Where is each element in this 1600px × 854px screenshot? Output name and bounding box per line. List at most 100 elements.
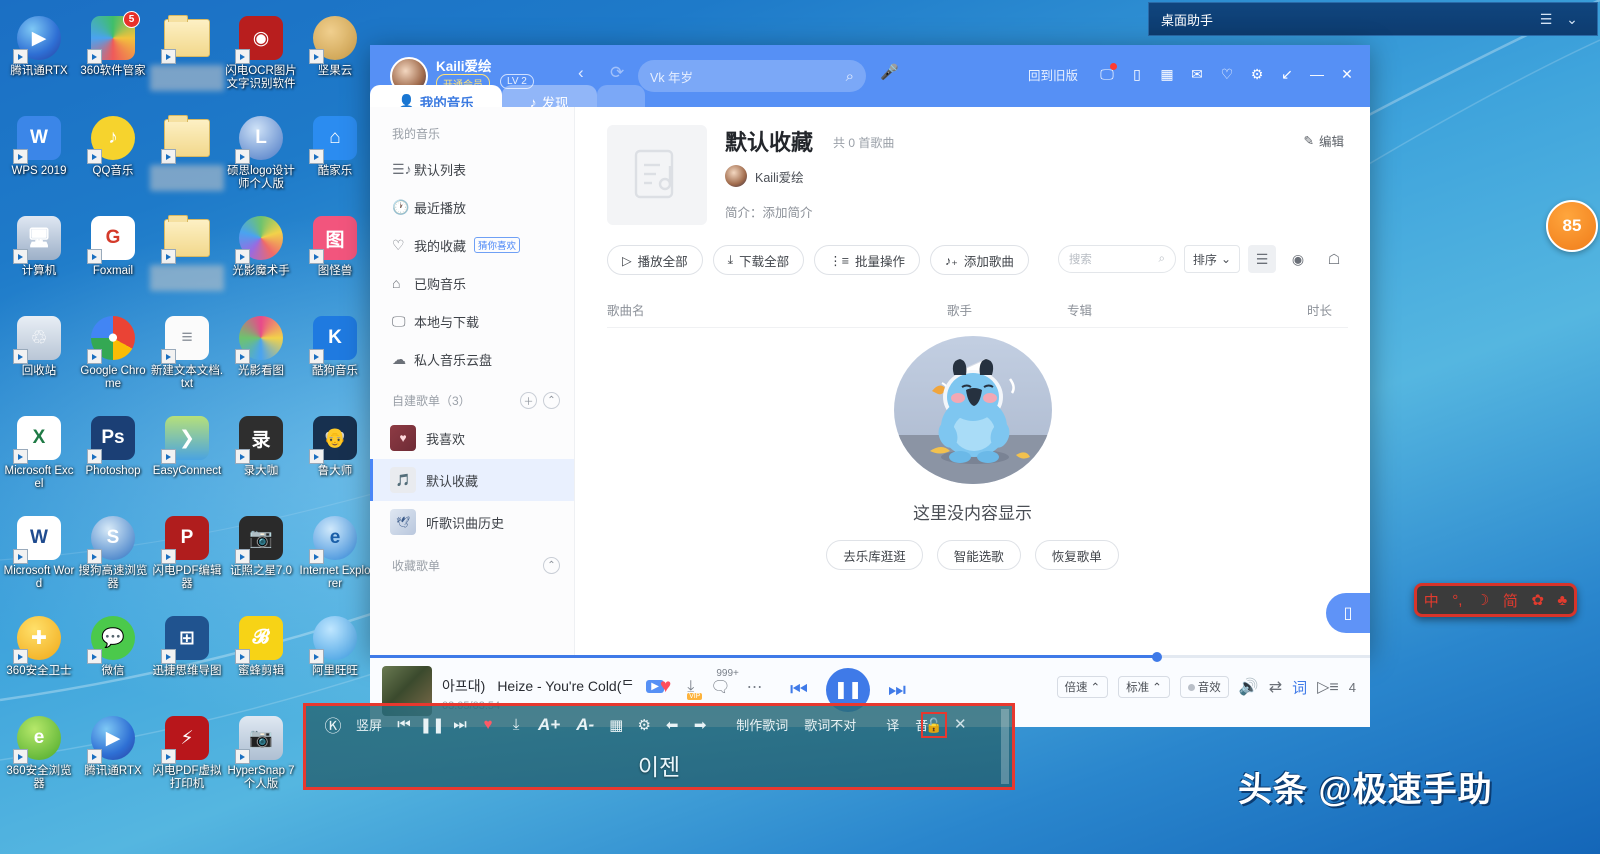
- minimize-icon[interactable]: —: [1302, 59, 1332, 89]
- column-header-duration[interactable]: 时长: [1217, 300, 1348, 319]
- desktop-icon-kujiale-icon[interactable]: ⌂ 酷家乐: [298, 108, 372, 208]
- batch-operation-button[interactable]: ⋮≡ 批量操作: [814, 245, 920, 275]
- desktop-icon-folder-icon[interactable]: [150, 208, 224, 308]
- desktop-icon-luda-recorder-icon[interactable]: 录录大咖: [224, 408, 298, 508]
- smart-select-button[interactable]: 智能选歌: [936, 540, 1021, 570]
- sidebar-item-default-list[interactable]: ☰♪ 默认列表: [370, 150, 574, 188]
- playlist-description[interactable]: 简介：添加简介: [725, 202, 813, 221]
- sidebar-item-local-download[interactable]: 🖵 本地与下载: [370, 302, 574, 340]
- list-view-icon[interactable]: ☰: [1248, 245, 1276, 273]
- chinese-mode-icon[interactable]: 中: [1424, 590, 1439, 611]
- desktop-icon-foxmail-icon[interactable]: G Foxmail: [76, 208, 150, 308]
- moon-icon[interactable]: ☽: [1476, 591, 1489, 609]
- simplified-icon[interactable]: 简: [1503, 590, 1518, 611]
- desktop-icon-pdf-editor-icon[interactable]: P 闪电PDF编辑器: [150, 508, 224, 608]
- skin-icon[interactable]: ♡: [1212, 59, 1242, 89]
- sound-effect-chip[interactable]: 音效: [1179, 676, 1229, 698]
- apps-grid-icon[interactable]: ▦: [1152, 59, 1182, 89]
- progress-knob[interactable]: [1152, 651, 1162, 662]
- singer-view-icon[interactable]: ☖: [1320, 245, 1348, 273]
- desktop-icon-folder-icon[interactable]: [150, 8, 224, 108]
- old-version-button[interactable]: 回到旧版: [1028, 65, 1078, 84]
- plus-icon[interactable]: ＋: [520, 392, 537, 409]
- desktop-icon-360-browser-icon[interactable]: e 360安全浏览器: [2, 708, 76, 808]
- desktop-lyric-icon[interactable]: 🖵: [1092, 59, 1122, 89]
- playlist-search-input[interactable]: 搜索 ⌕: [1057, 245, 1176, 273]
- sidebar-playlist-my-like[interactable]: ♥ 我喜欢: [370, 417, 574, 459]
- font-decrease-button[interactable]: A-: [568, 706, 602, 743]
- voice-search-icon[interactable]: 🎤: [880, 63, 899, 81]
- desktop-icon-360-software-manager-icon[interactable]: 5 360软件管家: [76, 8, 150, 108]
- desktop-icon-qq-music-icon[interactable]: ♪ QQ音乐: [76, 108, 150, 208]
- hamburger-icon[interactable]: ☰: [1533, 11, 1559, 28]
- status-badge[interactable]: 85: [1546, 200, 1598, 252]
- desktop-assistant-window[interactable]: 桌面助手 ☰ ⌄: [1148, 2, 1598, 36]
- favorite-heart-icon[interactable]: ♥: [474, 706, 502, 743]
- desktop-icon-id-photo-icon[interactable]: 📷 证照之星7.0: [224, 508, 298, 608]
- play-all-button[interactable]: ▷ 播放全部: [607, 245, 703, 275]
- more-icon[interactable]: ⋯: [747, 677, 763, 697]
- download-vip-icon[interactable]: ⤓ VIP: [687, 678, 703, 700]
- refresh-icon[interactable]: ⟳: [610, 63, 624, 83]
- desktop-icon-text-file-icon[interactable]: ≡ 新建文本文档.txt: [150, 308, 224, 408]
- font-increase-button[interactable]: A+: [530, 706, 568, 743]
- desktop-icon-818ps-icon[interactable]: 图图怪兽: [298, 208, 372, 308]
- mail-icon[interactable]: ✉: [1182, 59, 1212, 89]
- add-song-button[interactable]: ♪₊ 添加歌曲: [930, 245, 1029, 275]
- desktop-icon-photoshop-icon[interactable]: Ps Photoshop: [76, 408, 150, 508]
- search-icon[interactable]: ⌕: [1158, 253, 1164, 266]
- sidebar-item-recent[interactable]: 🕐 最近播放: [370, 188, 574, 226]
- wrong-lyric-button[interactable]: 歌词不对: [796, 706, 864, 743]
- column-header-song[interactable]: 歌曲名: [607, 300, 947, 319]
- desktop-icon-photo-viewer-icon[interactable]: 光影看图: [224, 308, 298, 408]
- browse-library-button[interactable]: 去乐库逛逛: [826, 540, 923, 570]
- chevron-up-icon[interactable]: ⌃: [543, 557, 560, 574]
- desktop-icon-excel-icon[interactable]: X Microsoft Excel: [2, 408, 76, 508]
- prev-track-icon[interactable]: ⏮: [790, 679, 808, 702]
- sidebar-playlist-default-fav[interactable]: 🎵 默认收藏: [370, 459, 574, 501]
- sidebar-playlist-song-recognition[interactable]: 🕊 听歌识曲历史: [370, 501, 574, 543]
- desktop-icon-rtx-icon[interactable]: ▶ 腾讯通RTX: [76, 708, 150, 808]
- pause-icon[interactable]: ❚❚: [418, 706, 446, 743]
- translate-button[interactable]: 译: [878, 706, 907, 743]
- desktop-icon-easyconnect-icon[interactable]: ❯ EasyConnect: [150, 408, 224, 508]
- back-button[interactable]: ‹: [578, 63, 584, 83]
- download-icon[interactable]: ⤓: [502, 706, 530, 743]
- next-track-icon[interactable]: ⏭: [888, 679, 906, 702]
- settings-gear-icon[interactable]: ⚙: [1242, 59, 1272, 89]
- desktop-icon-recycle-bin-icon[interactable]: ♲ 回收站: [2, 308, 76, 408]
- sort-dropdown[interactable]: 排序 ⌄: [1183, 245, 1240, 273]
- favorite-heart-icon[interactable]: ♥: [660, 676, 671, 698]
- close-icon[interactable]: ✕: [954, 715, 967, 733]
- lyric-delay-forward-icon[interactable]: ➡: [686, 706, 714, 743]
- lock-icon[interactable]: 🔓: [921, 712, 947, 738]
- comment-icon[interactable]: 🗨 999+: [710, 668, 739, 697]
- desktop-icon-pdf-printer-icon[interactable]: ⚡ 闪电PDF虚拟打印机: [150, 708, 224, 808]
- sidebar-item-purchased[interactable]: ⌂ 已购音乐: [370, 264, 574, 302]
- desktop-icon-nutstore-icon[interactable]: 坚果云: [298, 8, 372, 108]
- desktop-icon-sogou-browser-icon[interactable]: S 搜狗高速浏览器: [76, 508, 150, 608]
- play-mode-shuffle-icon[interactable]: ⇄: [1269, 677, 1282, 697]
- settings-gear-icon[interactable]: ✿: [1531, 591, 1544, 609]
- quality-chip[interactable]: 标准 ⌃: [1118, 676, 1170, 698]
- phone-panel-icon[interactable]: ▯: [1326, 593, 1370, 633]
- column-header-artist[interactable]: 歌手: [947, 300, 1067, 319]
- sidebar-item-favorites[interactable]: ♡ 我的收藏 猜你喜欢: [370, 226, 574, 264]
- playlist-owner[interactable]: Kaili爱绘: [725, 165, 804, 187]
- lyric-delay-back-icon[interactable]: ⬅: [658, 706, 686, 743]
- lyrics-icon[interactable]: 词: [1292, 677, 1307, 698]
- desktop-icon-wechat-icon[interactable]: 💬 微信: [76, 608, 150, 708]
- desktop-icon-kugou-icon[interactable]: K 酷狗音乐: [298, 308, 372, 408]
- speed-chip[interactable]: 倍速 ⌃: [1056, 676, 1109, 698]
- desktop-icon-ie-icon[interactable]: e Internet Explorer: [298, 508, 372, 608]
- sidebar-item-cloud-disk[interactable]: ☁ 私人音乐云盘: [370, 340, 574, 378]
- close-icon[interactable]: ✕: [1332, 59, 1362, 89]
- chevron-down-icon[interactable]: ⌄: [1559, 11, 1585, 28]
- volume-icon[interactable]: 🔊: [1239, 677, 1259, 697]
- column-header-album[interactable]: 专辑: [1067, 300, 1217, 319]
- desktop-icon-rtx-icon[interactable]: ▶ 腾讯通RTX: [2, 8, 76, 108]
- kugou-k-icon[interactable]: Ⓚ: [318, 713, 348, 737]
- mobile-link-icon[interactable]: ▯: [1122, 59, 1152, 89]
- desktop-icon-folder-icon[interactable]: [150, 108, 224, 208]
- desktop-icon-mindmap-icon[interactable]: ⊞ 迅捷思维导图: [150, 608, 224, 708]
